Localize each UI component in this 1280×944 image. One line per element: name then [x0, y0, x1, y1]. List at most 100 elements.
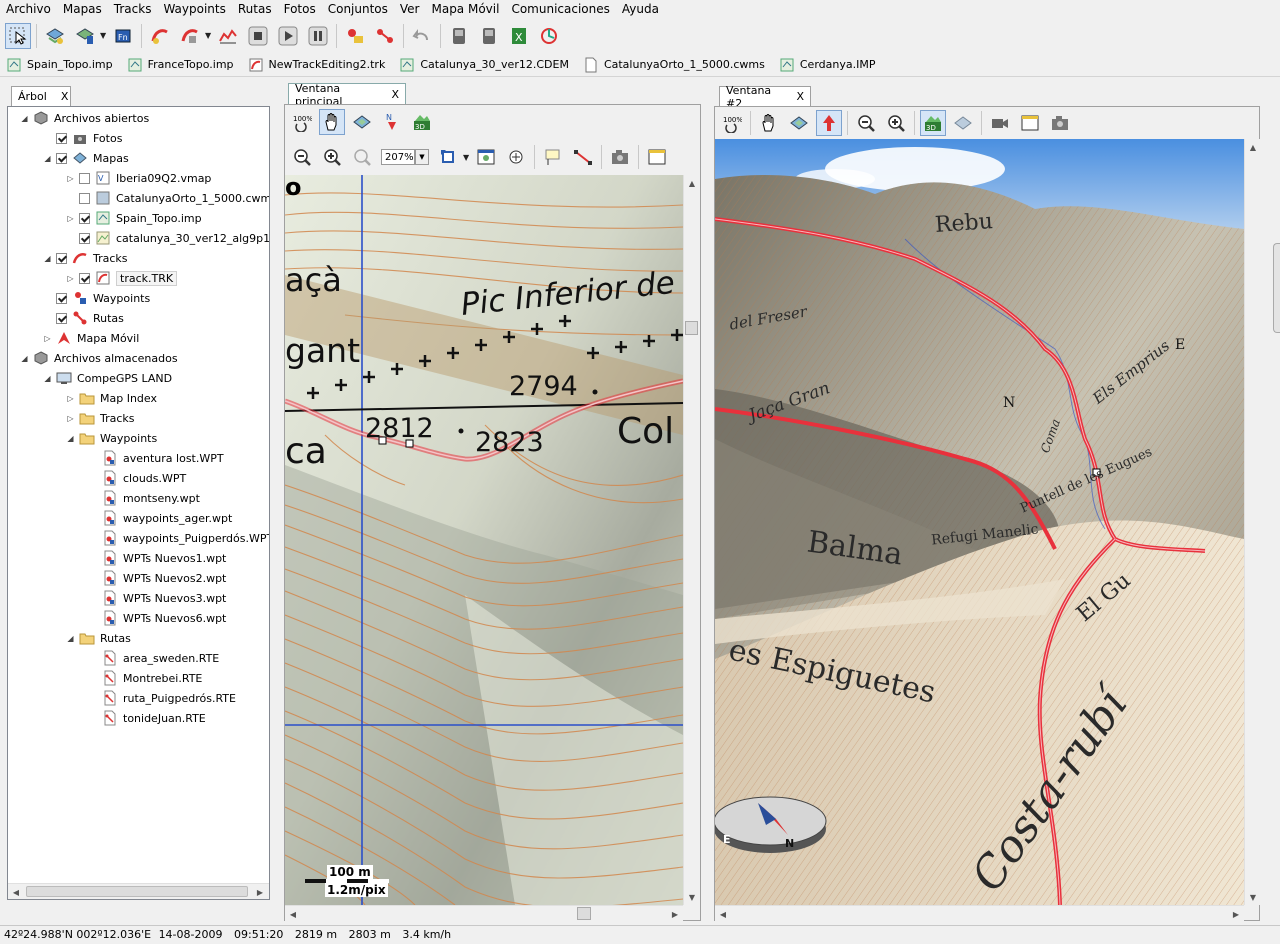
- 3d-map-canvas[interactable]: E N Balma es Espiguetes Costa-rubí Refug…: [715, 139, 1244, 905]
- tree-item[interactable]: Rutas: [43, 308, 124, 328]
- tab-arbol[interactable]: Árbol X: [11, 86, 71, 106]
- menu-rutas[interactable]: Rutas: [232, 0, 278, 19]
- expander-icon[interactable]: ◢: [66, 434, 75, 443]
- gps-connect-button[interactable]: [536, 23, 562, 49]
- tree-item[interactable]: ▷ Mapa Móvil: [43, 328, 139, 348]
- 3d-view-vertical-scrollbar[interactable]: ▲ ▼: [1244, 139, 1260, 905]
- expander-icon[interactable]: ◢: [43, 254, 52, 263]
- waypoint-tool-button[interactable]: [342, 23, 368, 49]
- tree-item[interactable]: aventura lost.WPT: [89, 448, 224, 468]
- tree-item[interactable]: tonideJuan.RTE: [89, 708, 206, 728]
- side-panel-handle[interactable]: [1273, 243, 1280, 333]
- gps-receive-button[interactable]: [446, 23, 472, 49]
- tree-checkbox[interactable]: [79, 232, 90, 244]
- tab-ventana-principal[interactable]: Ventana principal X: [288, 82, 406, 108]
- route-tool-button[interactable]: [372, 23, 398, 49]
- menu-comunicaciones[interactable]: Comunicaciones: [505, 0, 615, 19]
- chevron-down-icon[interactable]: ▼: [205, 31, 213, 40]
- tree-item[interactable]: Montrebei.RTE: [89, 668, 202, 688]
- video-camera-button[interactable]: [987, 110, 1013, 136]
- zoom-out-button[interactable]: [289, 144, 315, 170]
- undo-icon[interactable]: [409, 23, 435, 49]
- main-map-canvas[interactable]: o açà gant Pic Inferior de 2794 2812 282…: [285, 175, 683, 905]
- new-window-button[interactable]: [1017, 110, 1043, 136]
- menu-conjuntos[interactable]: Conjuntos: [322, 0, 394, 19]
- expander-icon[interactable]: ◢: [20, 354, 29, 363]
- open-map-button[interactable]: [42, 23, 68, 49]
- play-button[interactable]: [275, 23, 301, 49]
- chevron-down-icon[interactable]: ▼: [100, 31, 108, 40]
- tree-item[interactable]: WPTs Nuevos3.wpt: [89, 588, 226, 608]
- tree-checkbox[interactable]: [79, 212, 90, 224]
- camera-icon[interactable]: [1047, 110, 1073, 136]
- map-layers-button[interactable]: [349, 109, 375, 135]
- camera-icon[interactable]: [607, 144, 633, 170]
- tree-item[interactable]: waypoints_Puigperdós.WPT: [89, 528, 269, 548]
- scroll-thumb[interactable]: [685, 321, 698, 335]
- tree-item[interactable]: Waypoints: [43, 288, 150, 308]
- view-3d-button[interactable]: 3D: [409, 109, 435, 135]
- main-map-vertical-scrollbar[interactable]: ▲ ▼: [683, 175, 699, 905]
- tree-item[interactable]: area_sweden.RTE: [89, 648, 219, 668]
- track-profile-button[interactable]: [215, 23, 241, 49]
- expander-icon[interactable]: ◢: [66, 634, 75, 643]
- tree-checkbox[interactable]: [56, 292, 67, 304]
- expander-icon[interactable]: ▷: [66, 394, 75, 403]
- function-button[interactable]: Fn: [110, 23, 136, 49]
- tree-item[interactable]: ▷ Map Index: [66, 388, 157, 408]
- map-download-button[interactable]: [72, 23, 98, 49]
- tree-item[interactable]: waypoints_ager.wpt: [89, 508, 232, 528]
- tree-item[interactable]: WPTs Nuevos1.wpt: [89, 548, 226, 568]
- tree-item[interactable]: ◢ Waypoints: [66, 428, 157, 448]
- tree-item[interactable]: WPTs Nuevos2.wpt: [89, 568, 226, 588]
- fly-tool-button[interactable]: [816, 110, 842, 136]
- tree-item[interactable]: ◢ Archivos almacenados: [20, 348, 178, 368]
- tree-item[interactable]: WPTs Nuevos6.wpt: [89, 608, 226, 628]
- new-window-button[interactable]: [644, 144, 670, 170]
- tree-checkbox[interactable]: [56, 312, 67, 324]
- menu-tracks[interactable]: Tracks: [108, 0, 158, 19]
- view-3d-button[interactable]: 3D: [920, 110, 946, 136]
- tree-item[interactable]: clouds.WPT: [89, 468, 186, 488]
- tree-item[interactable]: ◢ Tracks: [43, 248, 127, 268]
- tree-checkbox[interactable]: [79, 172, 90, 184]
- stop-button[interactable]: [245, 23, 271, 49]
- tree-item[interactable]: catalunya_30_ver12_alg9p14: [66, 228, 269, 248]
- tree-item[interactable]: CatalunyaOrto_1_5000.cwms: [66, 188, 269, 208]
- zoom-in-button[interactable]: [319, 144, 345, 170]
- tree-horizontal-scrollbar[interactable]: ◀ ▶: [8, 883, 269, 899]
- close-icon[interactable]: X: [796, 90, 804, 103]
- tree-checkbox[interactable]: [79, 272, 90, 284]
- open-file-tab[interactable]: Spain_Topo.imp: [6, 57, 113, 73]
- map-layers-button[interactable]: [786, 110, 812, 136]
- select-tool-button[interactable]: [5, 22, 31, 49]
- tree-checkbox[interactable]: [79, 192, 90, 204]
- tree-item[interactable]: ▷ Tracks: [66, 408, 135, 428]
- zoom-out-button[interactable]: [853, 110, 879, 136]
- scroll-right-icon[interactable]: ▶: [1228, 906, 1244, 922]
- pan-hand-button[interactable]: [319, 109, 345, 135]
- tree-item[interactable]: ◢ Archivos abiertos: [20, 108, 149, 128]
- measure-tool-button[interactable]: [570, 144, 596, 170]
- chevron-down-icon[interactable]: ▼: [415, 149, 429, 165]
- expander-icon[interactable]: ▷: [66, 214, 75, 223]
- tree-item[interactable]: ◢ CompeGPS LAND: [43, 368, 172, 388]
- expander-icon[interactable]: ▷: [66, 174, 75, 183]
- edit-track-button[interactable]: [177, 23, 203, 49]
- scroll-right-icon[interactable]: ▶: [252, 884, 268, 899]
- scroll-left-icon[interactable]: ◀: [285, 906, 301, 922]
- export-excel-button[interactable]: X: [506, 23, 532, 49]
- tab-ventana-2[interactable]: Ventana #2 X: [719, 84, 811, 110]
- new-track-button[interactable]: [147, 23, 173, 49]
- tree-item[interactable]: montseny.wpt: [89, 488, 200, 508]
- map-window-button[interactable]: [473, 144, 499, 170]
- tree-checkbox[interactable]: [56, 152, 67, 164]
- scroll-down-icon[interactable]: ▼: [1245, 889, 1261, 905]
- zoom-center-button[interactable]: [503, 144, 529, 170]
- tree-checkbox[interactable]: [56, 132, 67, 144]
- tree-item[interactable]: ▷ track.TRK: [66, 268, 178, 288]
- tree-item[interactable]: ▷ V Iberia09Q2.vmap: [66, 168, 211, 188]
- scroll-down-icon[interactable]: ▼: [684, 889, 700, 905]
- rotate-map-button[interactable]: [435, 144, 461, 170]
- menu-mapas[interactable]: Mapas: [57, 0, 108, 19]
